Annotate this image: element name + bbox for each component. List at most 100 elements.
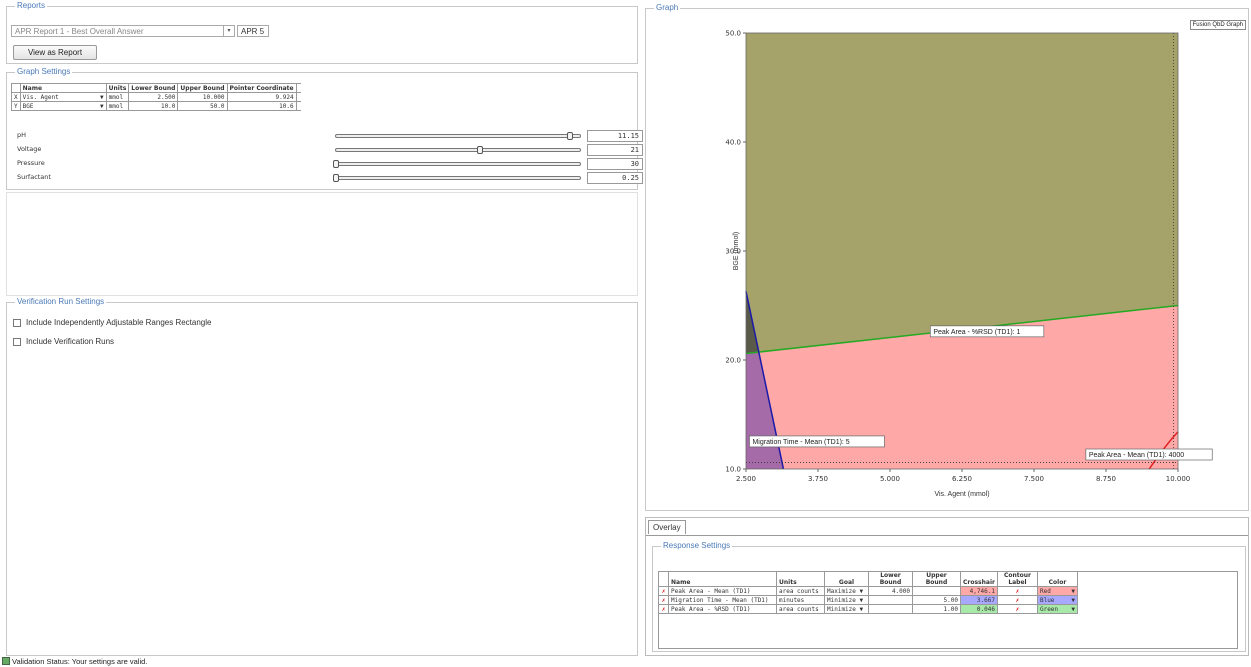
lower-bound[interactable] — [868, 604, 913, 614]
status-bar: Validation Status: Your settings are val… — [0, 656, 1251, 667]
dropdown-arrow-icon[interactable]: ▼ — [1071, 597, 1075, 604]
table-row[interactable]: Y BGE ▼ mmol 10.0 50.0 10.6 — [11, 101, 301, 111]
slider-thumb[interactable] — [333, 160, 339, 168]
slider-thumb[interactable] — [567, 132, 574, 140]
y-tick-label: 50.0 — [725, 30, 741, 38]
col-pointer: Pointer Coordinate — [226, 83, 297, 93]
include-verification-label[interactable]: Include Verification Runs — [26, 337, 114, 346]
tab-overlay[interactable]: Overlay — [648, 520, 686, 534]
y-upper[interactable]: 50.0 — [177, 101, 228, 111]
report-select[interactable]: APR Report 1 - Best Overall Answer — [11, 25, 235, 37]
crosshair-value: 3.667 — [960, 595, 998, 605]
table-row[interactable]: ✗ Peak Area - Mean (TD1) area counts Max… — [658, 586, 1078, 596]
goal-select[interactable]: Minimize ▼ — [824, 595, 869, 605]
goal-select[interactable]: Maximize ▼ — [824, 586, 869, 596]
slider-value-input[interactable]: 11.15 — [587, 130, 643, 142]
slider-surfactant: Surfactant 0.25 — [17, 172, 643, 184]
x-tick-label: 8.750 — [1096, 475, 1116, 483]
contour-label-rsd: Peak Area - %RSD (TD1): 1 — [933, 329, 1020, 336]
upper-bound[interactable] — [912, 586, 961, 596]
color-select[interactable]: Green ▼ — [1036, 604, 1078, 614]
slider-value-input[interactable]: 21 — [587, 144, 643, 156]
y-name-cell[interactable]: BGE ▼ — [19, 101, 107, 111]
x-units: mmol — [105, 92, 130, 102]
graph-settings-group: Graph Settings Name Units Lower Bound Up… — [6, 67, 643, 190]
slider-thumb[interactable] — [333, 174, 339, 182]
slider-value-input[interactable]: 30 — [587, 158, 643, 170]
color-select[interactable]: Red ▼ — [1036, 586, 1078, 596]
upper-bound[interactable]: 1.00 — [912, 604, 961, 614]
include-ranges-label[interactable]: Include Independently Adjustable Ranges … — [26, 318, 211, 327]
col-lower: Lower Bound — [128, 83, 179, 93]
dropdown-arrow-icon[interactable]: ▼ — [860, 597, 864, 604]
table-row[interactable]: ✗ Migration Time - Mean (TD1) minutes Mi… — [658, 595, 1078, 605]
y-axis-label: BGE (mmol) — [733, 232, 740, 271]
col-lower: Lower Bound — [868, 571, 913, 587]
validation-check-icon — [2, 657, 10, 665]
x-name-cell[interactable]: Vis. Agent ▼ — [19, 92, 107, 102]
lower-bound[interactable]: 4.000 — [868, 586, 913, 596]
y-pointer[interactable]: 10.6 — [226, 101, 297, 111]
axis-y: Y — [11, 101, 21, 111]
enabled-checkbox[interactable]: ✗ — [658, 595, 669, 605]
slider-ph: pH 11.15 — [17, 130, 643, 142]
goal-select[interactable]: Minimize ▼ — [824, 604, 869, 614]
graph-svg[interactable]: 2.500 3.750 5.000 6.250 7.500 8.750 10.000 10.0… — [646, 9, 1250, 512]
contour-label-checkbox[interactable]: ✗ — [996, 595, 1038, 605]
x-upper[interactable]: 10.000 — [177, 92, 228, 102]
slider-voltage: Voltage 21 — [17, 144, 643, 156]
include-verification-checkbox[interactable] — [13, 338, 21, 346]
response-units: area counts — [776, 604, 825, 614]
slider-track[interactable] — [335, 146, 581, 154]
contour-label-checkbox[interactable]: ✗ — [996, 586, 1038, 596]
slider-track[interactable] — [335, 132, 581, 140]
col-crosshair: Crosshair — [960, 571, 998, 587]
view-as-report-button[interactable]: View as Report — [13, 45, 97, 60]
reports-group: Reports APR Report 1 - Best Overall Answ… — [6, 1, 638, 64]
response-units: area counts — [776, 586, 825, 596]
slider-pressure: Pressure 30 — [17, 158, 643, 170]
response-table: Name Units Goal Lower Bound Upper Bound … — [658, 571, 1078, 614]
dropdown-arrow-icon[interactable]: ▼ — [1071, 606, 1075, 613]
slider-label: Pressure — [17, 159, 45, 167]
color-select[interactable]: Blue ▼ — [1036, 595, 1078, 605]
slider-track[interactable] — [333, 160, 581, 168]
slider-thumb[interactable] — [476, 146, 483, 154]
x-lower[interactable]: 2.500 — [128, 92, 179, 102]
dropdown-arrow-icon[interactable]: ▼ — [1071, 588, 1075, 595]
contour-label-migration: Migration Time - Mean (TD1): 5 — [752, 439, 849, 446]
dropdown-arrow-icon[interactable]: ▼ — [860, 606, 864, 613]
crosshair-value: 4,746.1 — [960, 586, 998, 596]
dropdown-arrow-icon[interactable]: ▼ — [860, 588, 864, 595]
x-tick-label: 7.500 — [1024, 475, 1044, 483]
tab-underline — [646, 535, 1248, 536]
x-axis-label: Vis. Agent (mmol) — [934, 491, 989, 498]
upper-bound[interactable]: 5.00 — [912, 595, 961, 605]
report-select-arrow-icon[interactable]: ▾ — [223, 26, 234, 36]
reports-legend: Reports — [15, 1, 48, 10]
x-tick-label: 10.000 — [1166, 475, 1191, 483]
contour-label-mean: Peak Area - Mean (TD1): 4000 — [1089, 452, 1184, 459]
y-lower[interactable]: 10.0 — [128, 101, 179, 111]
graph-settings-table: Name Units Lower Bound Upper Bound Point… — [11, 83, 301, 111]
response-units: minutes — [776, 595, 825, 605]
verification-group: Verification Run Settings Include Indepe… — [6, 297, 638, 656]
slider-value-input[interactable]: 0.25 — [587, 172, 643, 184]
x-tick-label: 6.250 — [952, 475, 972, 483]
slider-track[interactable] — [333, 174, 581, 182]
table-row[interactable]: X Vis. Agent ▼ mmol 2.500 10.000 9.924 — [11, 92, 301, 102]
include-ranges-checkbox[interactable] — [13, 319, 21, 327]
lower-bound[interactable] — [868, 595, 913, 605]
enabled-checkbox[interactable]: ✗ — [658, 586, 669, 596]
dropdown-arrow-icon[interactable]: ▼ — [100, 103, 104, 110]
response-name: Migration Time - Mean (TD1) — [668, 595, 777, 605]
contour-label-checkbox[interactable]: ✗ — [996, 604, 1038, 614]
dropdown-arrow-icon[interactable]: ▼ — [100, 94, 104, 101]
x-pointer[interactable]: 9.924 — [226, 92, 297, 102]
col-contour-label: Contour Label — [996, 571, 1038, 587]
table-row[interactable]: ✗ Peak Area - %RSD (TD1) area counts Min… — [658, 604, 1078, 614]
y-tick-label: 10.0 — [725, 466, 741, 474]
x-tick-label: 3.750 — [808, 475, 828, 483]
enabled-checkbox[interactable]: ✗ — [658, 604, 669, 614]
x-tick-label: 2.500 — [736, 475, 756, 483]
